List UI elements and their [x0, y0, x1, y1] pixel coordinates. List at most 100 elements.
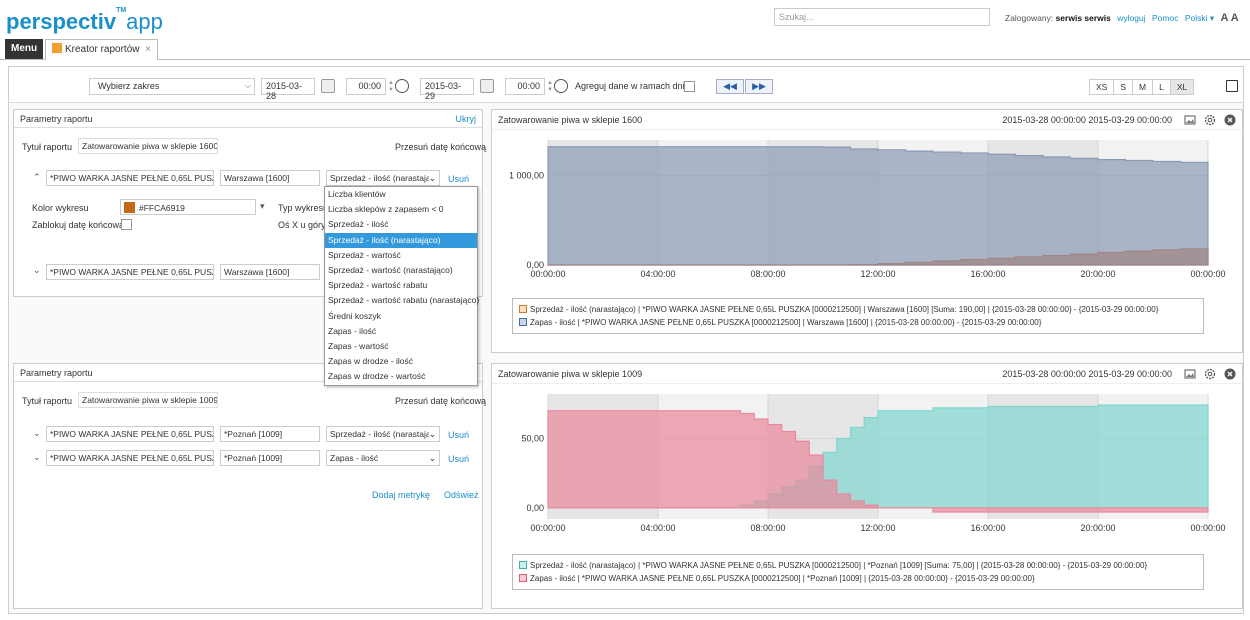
chart-daterange: 2015-03-28 00:00:00 2015-03-29 00:00:00: [1002, 369, 1172, 379]
close-icon[interactable]: ×: [145, 44, 151, 55]
size-xl-button[interactable]: XL: [1170, 80, 1194, 94]
product-input[interactable]: *PIWO WARKA JASNE PEŁNE 0,65L PUSZKA: [46, 264, 214, 280]
search-input[interactable]: Szukaj...: [774, 8, 990, 26]
series-area-0[interactable]: [547, 146, 1209, 266]
color-swatch: [124, 202, 135, 213]
chart-2-plot[interactable]: 0,00 50,00 00:00:00 04:00:00 08:00:00 12:00:0…: [492, 384, 1244, 544]
gear-icon[interactable]: [1204, 114, 1216, 126]
size-m-button[interactable]: M: [1133, 80, 1154, 94]
size-xs-button[interactable]: XS: [1090, 80, 1115, 94]
y-tick-label: 1 000,00: [509, 171, 544, 181]
remove-metric-link[interactable]: Usuń: [448, 454, 469, 464]
store-input[interactable]: *Poznań [1009]: [220, 426, 320, 442]
tab-report-creator[interactable]: Kreator raportów ×: [45, 39, 159, 60]
legend-item[interactable]: Sprzedaż - ilość (narastająco) | *PIWO W…: [519, 559, 1197, 572]
add-metric-link[interactable]: Dodaj metrykę: [372, 490, 430, 500]
date-to-input[interactable]: 2015-03-29: [420, 78, 474, 101]
spinner-icon[interactable]: ▲ ▼: [388, 80, 394, 94]
chevron-down-icon: ⌄: [428, 453, 436, 463]
close-icon[interactable]: [1224, 114, 1236, 126]
dropdown-option[interactable]: Średni koszyk: [325, 309, 477, 324]
report-title-input[interactable]: Zatowarowanie piwa w sklepie 1600: [78, 138, 218, 154]
dropdown-option[interactable]: Liczba klientów: [325, 187, 477, 202]
x-tick-label: 00:00:00: [530, 269, 565, 279]
shift-end-date-label[interactable]: Przesuń datę końcową: [395, 142, 486, 152]
clock-icon[interactable]: [395, 79, 409, 93]
report-title-input[interactable]: Zatowarowanie piwa w sklepie 1009: [78, 392, 218, 408]
x-tick-label: 12:00:00: [860, 269, 895, 279]
clock-icon[interactable]: [554, 79, 568, 93]
legend-item[interactable]: Sprzedaż - ilość (narastająco) | *PIWO W…: [519, 303, 1197, 316]
shift-end-date-label[interactable]: Przesuń datę końcową: [395, 396, 486, 406]
image-icon[interactable]: [1184, 368, 1196, 380]
remove-metric-link[interactable]: Usuń: [448, 174, 469, 184]
report-params-panel-2: Parametry raportu Tytuł raportu Zatowaro…: [13, 363, 486, 609]
chevron-up-icon[interactable]: ⌃: [33, 172, 41, 183]
tab-bar: Menu Kreator raportów ×: [0, 38, 1250, 60]
product-input[interactable]: *PIWO WARKA JASNE PEŁNE 0,65L PUSZKA: [46, 170, 214, 186]
store-input[interactable]: *Poznań [1009]: [220, 450, 320, 466]
size-buttons: XS S M L XL: [1089, 79, 1195, 95]
size-l-button[interactable]: L: [1153, 80, 1171, 94]
dropdown-option[interactable]: Sprzedaż - wartość rabatu: [325, 278, 477, 293]
dropdown-option[interactable]: Sprzedaż - ilość (narastająco): [325, 232, 477, 248]
size-s-button[interactable]: S: [1114, 80, 1134, 94]
hide-link[interactable]: Ukryj: [456, 114, 477, 124]
dropdown-option[interactable]: Sprzedaż - wartość (narastająco): [325, 263, 477, 278]
color-input[interactable]: #FFCA6919: [120, 199, 256, 215]
x-tick-label: 08:00:00: [750, 269, 785, 279]
calendar-icon[interactable]: [480, 79, 494, 93]
panel-title: Parametry raportu: [20, 368, 93, 378]
dropdown-option[interactable]: Zapas - ilość: [325, 324, 477, 339]
dropdown-option[interactable]: Zapas w drodze - wartość: [325, 369, 477, 384]
dropdown-option[interactable]: Sprzedaż - wartość: [325, 248, 477, 263]
dropdown-option[interactable]: Zapas w drodze - ilość: [325, 354, 477, 369]
y-tick-label: 0,00: [526, 503, 544, 513]
logout-link[interactable]: wyloguj: [1117, 13, 1145, 23]
chevron-down-icon[interactable]: ⌄: [33, 265, 41, 276]
chevron-down-icon[interactable]: ▾: [260, 201, 265, 212]
app-logo[interactable]: perspectivTMapp: [6, 7, 163, 35]
gear-icon[interactable]: [1204, 368, 1216, 380]
chevron-down-icon[interactable]: ⌄: [33, 452, 41, 463]
help-link[interactable]: Pomoc: [1152, 13, 1178, 23]
store-input[interactable]: Warszawa [1600]: [220, 170, 320, 186]
language-select[interactable]: Polski: [1185, 13, 1208, 23]
calendar-icon[interactable]: [321, 79, 335, 93]
aggregate-checkbox[interactable]: [684, 81, 695, 92]
chevron-down-icon[interactable]: ⌄: [33, 428, 41, 439]
font-size-toggle[interactable]: A A: [1221, 12, 1239, 24]
logged-label: Zalogowany:: [1005, 13, 1054, 23]
menu-button[interactable]: Menu: [5, 39, 44, 59]
range-select[interactable]: Wybierz zakres ⌵: [89, 78, 255, 95]
chart-1-plot[interactable]: 0,001 000,0000:00:00 04:00:00 08:00:00 12:0…: [492, 130, 1244, 290]
remove-metric-link[interactable]: Usuń: [448, 430, 469, 440]
date-from-input[interactable]: 2015-03-28: [261, 78, 315, 101]
refresh-link[interactable]: Odśwież: [444, 490, 479, 500]
close-icon[interactable]: [1224, 368, 1236, 380]
lock-end-checkbox[interactable]: [121, 219, 132, 230]
dropdown-option[interactable]: Sprzedaż - wartość rabatu (narastająco): [325, 293, 479, 308]
spinner-icon[interactable]: ▲ ▼: [547, 80, 553, 94]
image-icon[interactable]: [1184, 114, 1196, 126]
measure-select[interactable]: Sprzedaż - ilość (narastają ⌄: [326, 170, 440, 186]
product-input[interactable]: *PIWO WARKA JASNE PEŁNE 0,65L PUSZKA: [46, 450, 214, 466]
dropdown-option[interactable]: Liczba sklepów z zapasem < 0: [325, 202, 477, 217]
time-from-input[interactable]: 00:00: [346, 78, 386, 95]
legend-item[interactable]: Zapas - ilość | *PIWO WARKA JASNE PEŁNE …: [519, 572, 1197, 585]
product-input[interactable]: *PIWO WARKA JASNE PEŁNE 0,65L PUSZKA: [46, 426, 214, 442]
measure-select[interactable]: Sprzedaż - ilość (narastają ⌄: [326, 426, 440, 442]
dropdown-option[interactable]: Sprzedaż - ilość: [325, 217, 477, 232]
panel-title: Parametry raportu: [20, 114, 93, 124]
prev-period-button[interactable]: ◀◀: [716, 79, 744, 94]
chart-legend: Sprzedaż - ilość (narastająco) | *PIWO W…: [512, 554, 1204, 590]
save-icon[interactable]: [1226, 80, 1238, 92]
measure-select[interactable]: Zapas - ilość ⌄: [326, 450, 440, 466]
next-period-button[interactable]: ▶▶: [745, 79, 773, 94]
dropdown-option[interactable]: Zapas - wartość: [325, 339, 477, 354]
store-input[interactable]: Warszawa [1600]: [220, 264, 320, 280]
time-to-input[interactable]: 00:00: [505, 78, 545, 95]
x-tick-label: 20:00:00: [1080, 269, 1115, 279]
legend-item[interactable]: Zapas - ilość | *PIWO WARKA JASNE PEŁNE …: [519, 316, 1197, 329]
chevron-down-icon[interactable]: ▾: [1210, 13, 1214, 23]
